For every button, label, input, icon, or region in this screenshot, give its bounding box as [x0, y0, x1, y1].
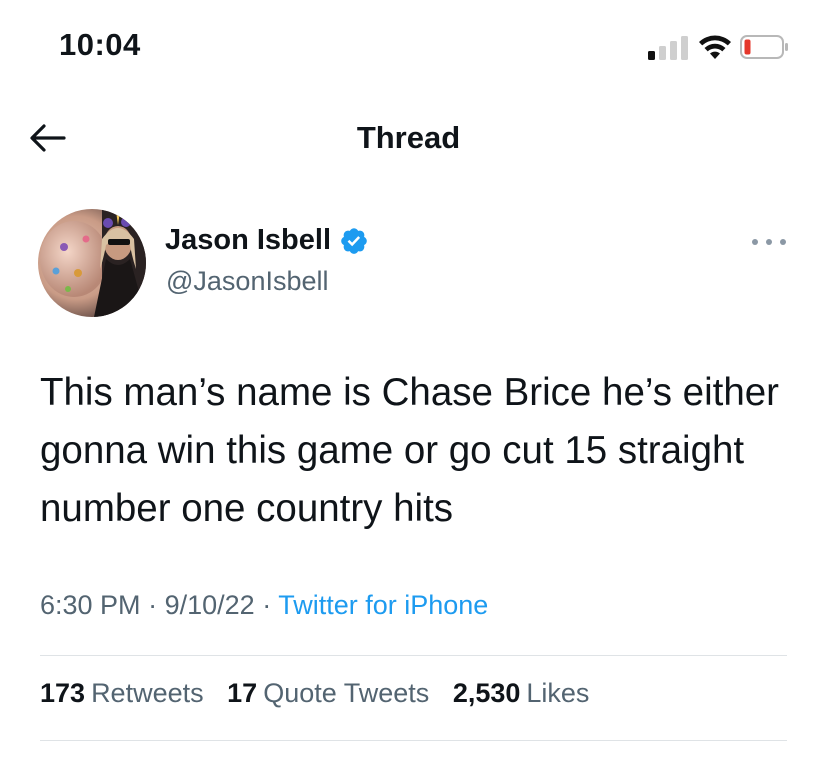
divider	[40, 655, 787, 656]
tweet-date[interactable]: 9/10/22	[165, 590, 255, 620]
separator-dot: ·	[148, 590, 158, 620]
wifi-icon	[698, 34, 732, 60]
thread-header: Thread	[0, 100, 817, 176]
author-handle[interactable]: @JasonIsbell	[166, 266, 329, 297]
page-title: Thread	[356, 120, 461, 155]
author-display-name[interactable]: Jason Isbell	[165, 224, 331, 257]
status-time: 10:04	[59, 27, 141, 62]
cellular-signal-icon	[648, 36, 690, 60]
separator-dot: ·	[262, 590, 272, 620]
more-dot-icon	[780, 239, 786, 245]
likes-label: Likes	[526, 678, 590, 708]
quote-tweets-count: 17	[227, 678, 258, 708]
retweets-label: Retweets	[91, 678, 204, 708]
tweet-metadata: 6:30 PM · 9/10/22 · Twitter for iPhone	[40, 590, 488, 621]
more-dot-icon	[752, 239, 758, 245]
author-name-row[interactable]: Jason Isbell	[165, 224, 369, 257]
more-options-button[interactable]	[752, 232, 786, 252]
tweet-text: This man’s name is Chase Brice he’s eith…	[40, 371, 779, 530]
tweet-time[interactable]: 6:30 PM	[40, 590, 141, 620]
battery-icon	[740, 34, 790, 60]
tweet-stats: 173 Retweets 17 Quote Tweets 2,530 Likes	[40, 678, 605, 709]
quote-tweets-stat[interactable]: 17 Quote Tweets	[227, 678, 429, 708]
divider	[40, 740, 787, 741]
more-dot-icon	[766, 239, 772, 245]
quote-tweets-label: Quote Tweets	[263, 678, 430, 708]
likes-count: 2,530	[452, 678, 521, 708]
avatar[interactable]	[38, 209, 146, 317]
tweet-source-link[interactable]: Twitter for iPhone	[278, 590, 488, 620]
verified-badge-icon	[341, 227, 367, 254]
retweets-stat[interactable]: 173 Retweets	[40, 678, 204, 708]
retweets-count: 173	[40, 678, 86, 708]
status-bar: 10:04	[0, 0, 817, 90]
likes-stat[interactable]: 2,530 Likes	[453, 678, 590, 708]
